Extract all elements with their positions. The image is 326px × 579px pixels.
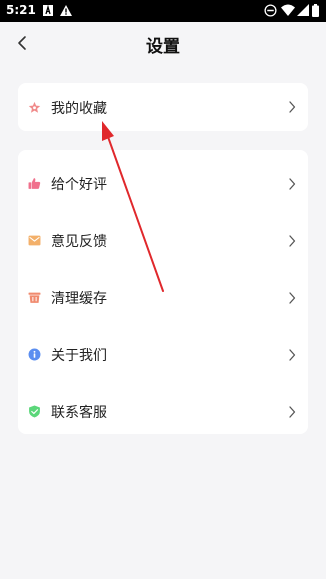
page-title: 设置 [146, 37, 180, 57]
menu-item-label: 清理缓存 [51, 291, 107, 307]
mail-icon [28, 235, 41, 246]
menu-item-customer-service[interactable]: 联系客服 [18, 383, 308, 440]
chevron-right-icon [289, 101, 296, 113]
battery-icon [312, 4, 319, 17]
wifi-icon [281, 4, 295, 16]
favorites-label: 我的收藏 [51, 101, 107, 117]
menu-item-rate[interactable]: 给个好评 [18, 155, 308, 212]
menu-item-feedback[interactable]: 意见反馈 [18, 212, 308, 269]
menu-item-favorites[interactable]: 我的收藏 [18, 83, 308, 131]
thumbs-up-icon [28, 178, 41, 189]
shield-check-icon [29, 405, 40, 418]
menu-item-label: 关于我们 [51, 348, 107, 364]
warning-icon [60, 5, 72, 16]
signal-icon [297, 4, 309, 16]
chevron-right-icon [289, 349, 296, 361]
top-bar: 设置 [0, 22, 326, 66]
chevron-right-icon [289, 292, 296, 304]
dnd-icon [264, 4, 277, 17]
menu-item-label: 意见反馈 [51, 234, 107, 250]
star-icon [28, 101, 41, 113]
status-icons [264, 4, 320, 18]
menu-item-clear-cache[interactable]: 清理缓存 [18, 269, 308, 326]
status-time: 5:21 [6, 3, 36, 17]
chevron-right-icon [289, 406, 296, 418]
menu-item-label: 给个好评 [51, 177, 107, 193]
trash-icon [28, 292, 41, 303]
app-notification-icon [43, 5, 53, 16]
status-bar: 5:21 [0, 0, 326, 22]
menu-item-label: 联系客服 [51, 405, 107, 421]
chevron-right-icon [289, 178, 296, 190]
menu-item-about[interactable]: 关于我们 [18, 326, 308, 383]
chevron-right-icon [289, 235, 296, 247]
settings-menu-card: 给个好评 意见反馈 清理缓存 关于我们 联系客服 [18, 150, 308, 434]
favorites-card: 我的收藏 [18, 83, 308, 131]
info-icon [28, 348, 41, 361]
